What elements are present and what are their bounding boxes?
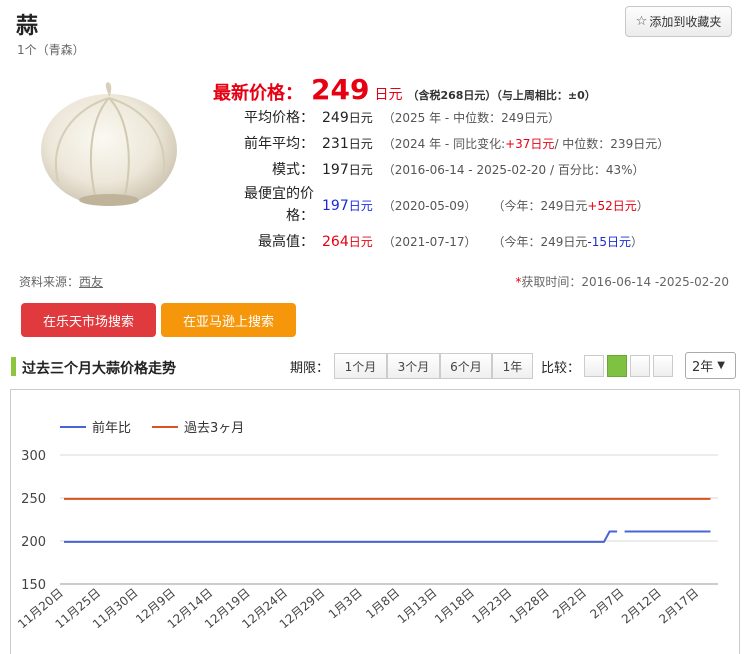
- cheapest-date: （2020-05-09）: [382, 198, 477, 213]
- y-tick-label: 250: [21, 492, 46, 507]
- x-tick-label: 2月12日: [619, 586, 664, 627]
- compare-option-3[interactable]: [630, 355, 650, 377]
- prev-year-label: 前年平均：: [244, 136, 314, 152]
- latest-price-label: 最新价格：: [213, 83, 303, 104]
- highest-label: 最高值：: [258, 234, 314, 250]
- cheapest-label: 最便宜的价 格：: [244, 186, 314, 224]
- range-select[interactable]: 2年 ▼: [685, 352, 736, 379]
- amazon-search-button[interactable]: 在亚马逊上搜索: [161, 303, 296, 337]
- average-price-note: （2025 年 - 中位数：249日元）: [382, 110, 560, 125]
- average-price-value: 249日元: [322, 109, 373, 126]
- series-line-1: [64, 530, 618, 543]
- mode-note: （2016-06-14 - 2025-02-20 / 百分比：43%）: [382, 162, 645, 177]
- average-price-row: 平均价格： 249日元 （2025 年 - 中位数：249日元）: [220, 107, 560, 127]
- product-title: 蒜: [16, 14, 39, 39]
- garlic-image: [41, 82, 177, 206]
- compare-option-1[interactable]: [584, 355, 604, 377]
- legend-label: 過去3ヶ月: [184, 421, 244, 436]
- prev-year-value: 231日元: [322, 135, 373, 152]
- cheapest-value: 197日元: [322, 197, 373, 214]
- fetch-time: *获取时间：2016-06-14 -2025-02-20: [515, 275, 729, 289]
- latest-price-unit: 日元: [374, 87, 403, 103]
- x-tick-label: 1月18日: [432, 586, 477, 627]
- period-label: 期限：: [290, 361, 330, 376]
- y-tick-label: 300: [21, 449, 46, 464]
- latest-price-note: （含税268日元）（与上周相比：±0）: [407, 89, 596, 102]
- highest-compare: （今年：249日元-15日元）: [492, 234, 644, 249]
- cheapest-compare: （今年：249日元+52日元）: [492, 198, 649, 213]
- y-tick-label: 150: [21, 578, 46, 593]
- x-tick-label: 1月3日: [326, 586, 365, 622]
- legend-label: 前年比: [92, 420, 131, 436]
- latest-price: 最新价格： 249 日元 （含税268日元）（与上周相比：±0）: [213, 73, 596, 106]
- highest-row: 最高值： 264日元 （2021-07-17） （今年：249日元-15日元）: [220, 231, 643, 251]
- period-1-year-button[interactable]: 1年: [492, 353, 533, 379]
- data-source: 资料来源：西友: [19, 275, 104, 289]
- x-tick-label: 2月2日: [550, 586, 589, 622]
- add-to-favorites-label: 添加到收藏夹: [649, 15, 722, 29]
- y-tick-label: 200: [21, 535, 46, 550]
- rakuten-search-button[interactable]: 在乐天市场搜索: [21, 303, 156, 337]
- compare-option-2[interactable]: [607, 355, 627, 377]
- star-outline-icon: ☆: [635, 14, 648, 29]
- period-1-month-button[interactable]: 1个月: [334, 353, 387, 379]
- cheapest-row: 最便宜的价 格： 197日元 （2020-05-09） （今年：249日元+52日…: [220, 183, 649, 227]
- mode-row: 模式： 197日元 （2016-06-14 - 2025-02-20 / 百分比…: [220, 159, 645, 179]
- latest-price-value: 249: [311, 73, 370, 106]
- period-3-months-button[interactable]: 3个月: [387, 353, 440, 379]
- prev-year-note: （2024 年 - 同比变化:+37日元/ 中位数：239日元）: [382, 136, 670, 151]
- compare-option-4[interactable]: [653, 355, 673, 377]
- mode-value: 197日元: [322, 161, 373, 178]
- add-to-favorites-button[interactable]: ☆ 添加到收藏夹: [625, 6, 732, 37]
- x-tick-label: 1月13日: [395, 586, 440, 627]
- price-trend-chart: 15020025030011月20日11月25日11月30日12月9日12月14…: [15, 420, 718, 631]
- product-subtitle: 1个（青森）: [17, 43, 85, 57]
- source-link[interactable]: 西友: [79, 275, 103, 289]
- x-tick-label: 1月23日: [469, 586, 514, 627]
- highest-value: 264日元: [322, 233, 373, 250]
- section-accent-bar: [11, 357, 16, 376]
- x-tick-label: 2月17日: [656, 586, 701, 627]
- highest-date: （2021-07-17）: [382, 234, 477, 249]
- prev-year-row: 前年平均： 231日元 （2024 年 - 同比变化:+37日元/ 中位数：23…: [220, 133, 669, 153]
- period-6-months-button[interactable]: 6个月: [440, 353, 492, 379]
- average-price-label: 平均价格：: [244, 110, 314, 126]
- mode-label: 模式：: [272, 162, 314, 178]
- compare-label: 比较：: [541, 361, 581, 376]
- x-tick-label: 1月28日: [507, 586, 552, 627]
- chart-section-title: 过去三个月大蒜价格走势: [22, 361, 176, 377]
- chevron-down-icon: ▼: [717, 360, 725, 371]
